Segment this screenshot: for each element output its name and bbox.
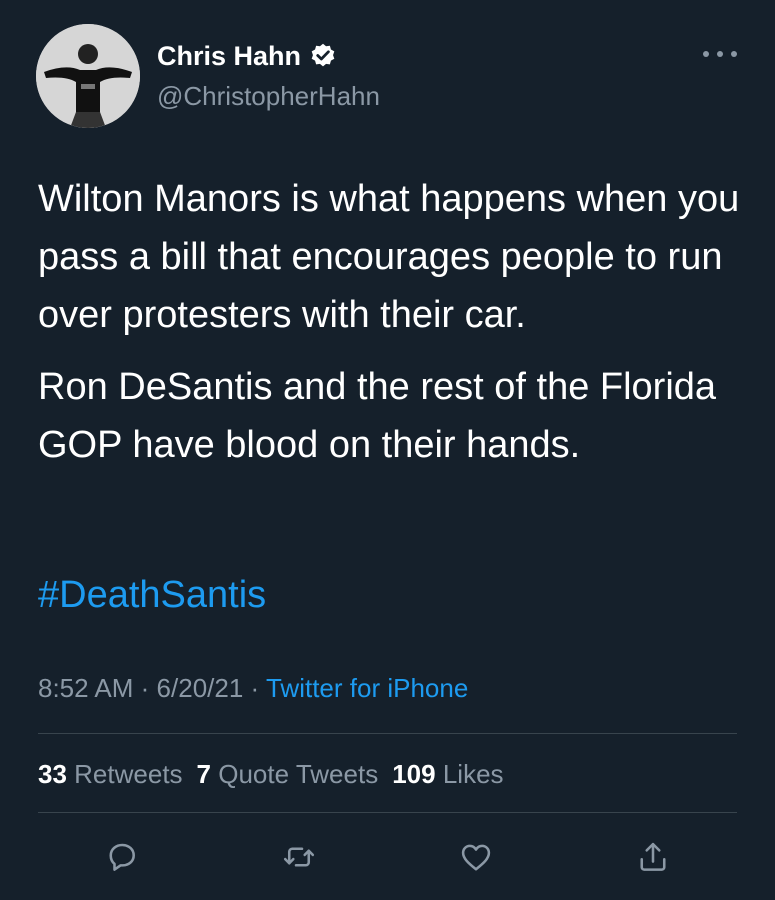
divider: [38, 733, 737, 734]
retweets-count: 33: [38, 759, 67, 789]
quote-tweets-label: Quote Tweets: [218, 759, 379, 789]
more-options-icon[interactable]: [703, 44, 737, 64]
likes-label: Likes: [442, 759, 504, 789]
tweet-actions-bar: [38, 833, 737, 883]
share-button[interactable]: [635, 839, 671, 875]
likes-stat[interactable]: 109 Likes: [392, 759, 503, 789]
more-dot: [717, 51, 723, 57]
retweet-button[interactable]: [281, 839, 317, 875]
divider: [38, 812, 737, 813]
tweet-text: Wilton Manors is what happens when you p…: [38, 170, 748, 474]
tweet-paragraph: Wilton Manors is what happens when you p…: [38, 178, 740, 336]
meta-separator: ·: [140, 673, 150, 703]
tweet-card: Chris Hahn @ChristopherHahn Wilton Manor…: [0, 0, 775, 900]
tweet-date[interactable]: 6/20/21: [157, 673, 244, 703]
retweets-label: Retweets: [74, 759, 183, 789]
tweet-paragraph: Ron DeSantis and the rest of the Florida…: [38, 366, 717, 466]
engagement-stats: 33 Retweets 7 Quote Tweets 109 Likes: [38, 756, 504, 792]
hashtag-link[interactable]: #DeathSantis: [38, 566, 266, 624]
like-heart-icon: [461, 844, 491, 871]
reply-icon: [109, 843, 135, 871]
likes-count: 109: [392, 759, 436, 789]
tweet-time[interactable]: 8:52 AM: [38, 673, 133, 703]
tweet-meta: 8:52 AM · 6/20/21 · Twitter for iPhone: [38, 670, 468, 706]
retweets-stat[interactable]: 33 Retweets: [38, 759, 183, 789]
quote-tweets-stat[interactable]: 7 Quote Tweets: [197, 759, 379, 789]
reply-button[interactable]: [104, 839, 140, 875]
avatar[interactable]: [36, 24, 140, 128]
person-arms-outstretched-avatar-icon: [36, 24, 140, 128]
more-dot: [731, 51, 737, 57]
verified-badge-icon: [311, 43, 335, 67]
tweet-source-link[interactable]: Twitter for iPhone: [266, 673, 468, 703]
author-name-row[interactable]: Chris Hahn: [157, 40, 337, 72]
quote-tweets-count: 7: [196, 759, 212, 789]
author-handle[interactable]: @ChristopherHahn: [157, 80, 380, 112]
meta-separator: ·: [250, 673, 260, 703]
share-icon: [640, 842, 666, 871]
like-button[interactable]: [458, 839, 494, 875]
retweet-icon: [283, 847, 315, 867]
more-dot: [703, 51, 709, 57]
author-display-name[interactable]: Chris Hahn: [157, 40, 301, 72]
